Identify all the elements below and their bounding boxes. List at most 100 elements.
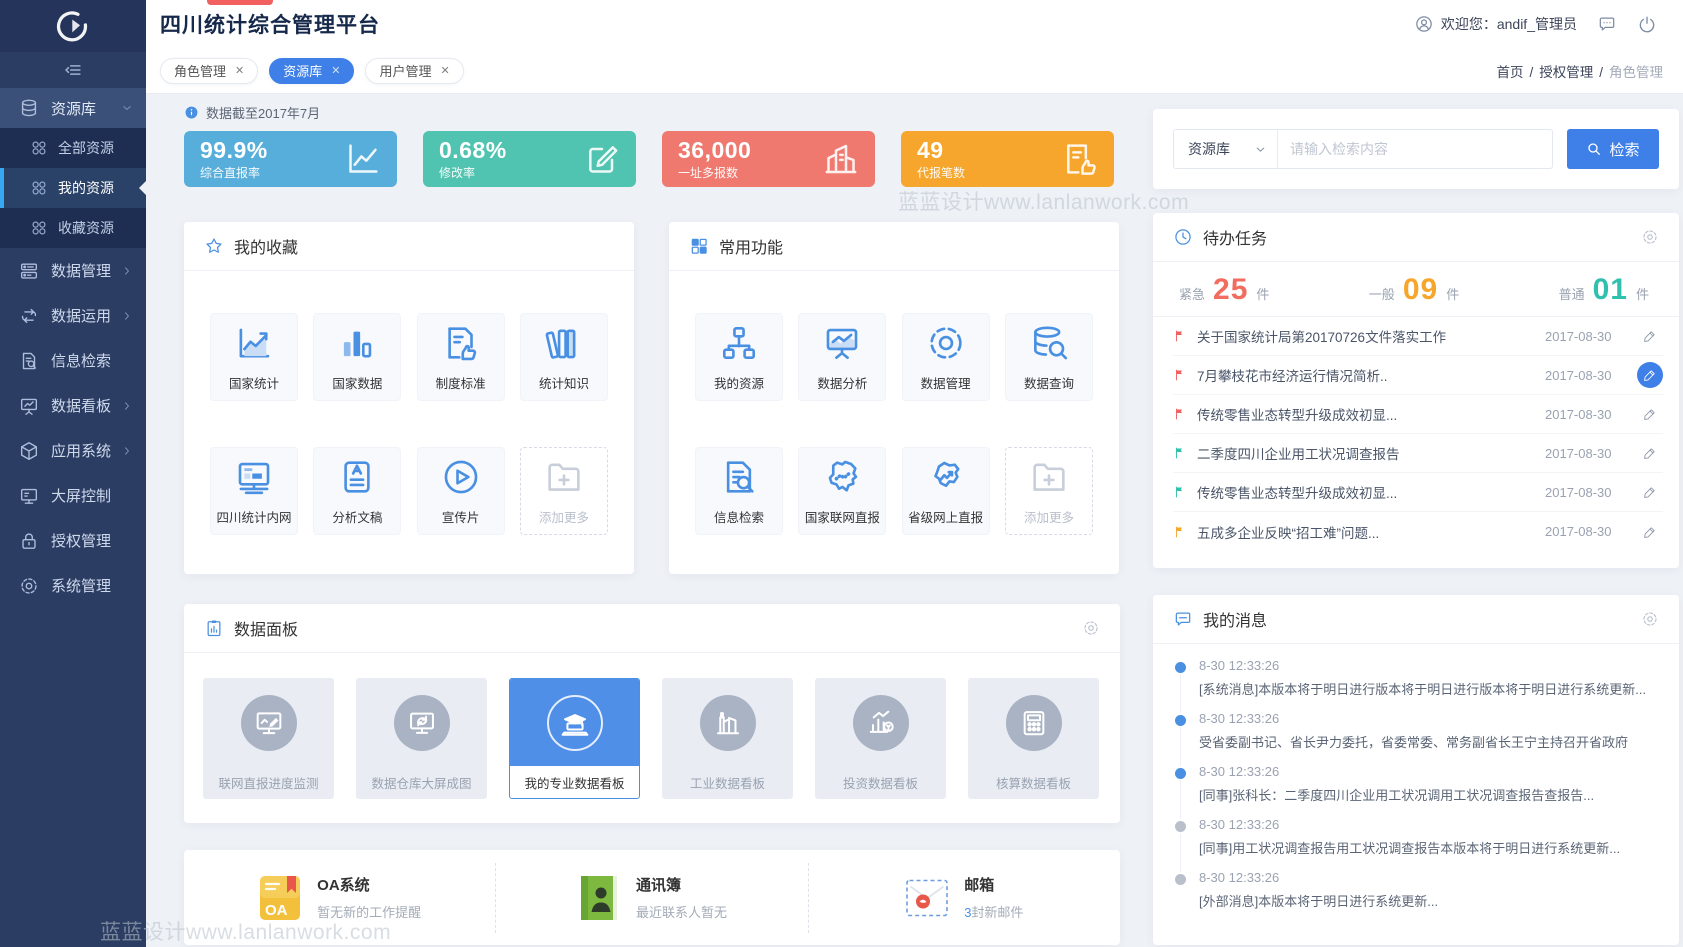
add-more-tile[interactable]: 添加更多 (1005, 447, 1093, 535)
message-text: [同事]张科长：二季度四川企业用工状况调用工状况调查报告查报告... (1199, 785, 1659, 804)
sidebar-group-header[interactable]: 资源库 (0, 88, 146, 128)
shortcut-tile[interactable]: 数据分析 (798, 313, 886, 401)
search-category-value: 资源库 (1188, 139, 1230, 159)
dashboard-card[interactable]: 工业数据看板 (662, 678, 793, 799)
task-row[interactable]: 传统零售业态转型升级成效初显...2017-08-30 (1173, 473, 1663, 512)
stat-card[interactable]: 0.68%修改率 (423, 131, 636, 187)
data-board-settings-gear-icon[interactable] (1082, 619, 1100, 637)
quick-link[interactable]: 邮箱3封新邮件 (808, 863, 1120, 933)
sidebar-item[interactable]: 信息检索 (0, 338, 146, 383)
map-china-icon (821, 456, 863, 498)
edit-pencil-icon[interactable] (1637, 519, 1663, 545)
sidebar-subitem[interactable]: 收藏资源 (0, 208, 146, 248)
todo-settings-gear-icon[interactable] (1641, 228, 1659, 246)
shortcut-tile[interactable]: 信息检索 (695, 447, 783, 535)
quick-link[interactable]: OAOA系统暂无新的工作提醒 (184, 863, 495, 933)
sidebar-item[interactable]: 应用系统 (0, 428, 146, 473)
dashboard-card[interactable]: 投资数据看板 (815, 678, 946, 799)
edit-pencil-icon[interactable] (1637, 479, 1663, 505)
edit-pencil-icon[interactable] (1637, 440, 1663, 466)
header: 四川统计综合管理平台 欢迎您：andif_管理员 (146, 0, 1683, 48)
shortcut-tile[interactable]: 统计知识 (520, 313, 608, 401)
add-more-tile[interactable]: 添加更多 (520, 447, 608, 535)
stat-card[interactable]: 49代报笔数 (901, 131, 1114, 187)
message-item[interactable]: 8-30 12:33:26受省委副书记、省长尹力委托，省委常委、常务副省长王宁主… (1175, 711, 1659, 764)
stat-card[interactable]: 36,000一址多报数 (662, 131, 875, 187)
todo-stat-label: 紧急 (1179, 284, 1205, 303)
edit-pencil-icon[interactable] (1637, 401, 1663, 427)
tab[interactable]: 用户管理✕ (365, 58, 463, 84)
message-item[interactable]: 8-30 12:33:26[系统消息]本版本将于明日进行版本将于明日进行版本将于… (1175, 658, 1659, 711)
tab-close-icon[interactable]: ✕ (440, 64, 449, 77)
chevron-right-icon (120, 399, 134, 413)
task-row[interactable]: 五成多企业反映“招工难”问题...2017-08-30 (1173, 512, 1663, 551)
task-row[interactable]: 关于国家统计局第20170726文件落实工作2017-08-30 (1173, 317, 1663, 356)
message-item[interactable]: 8-30 12:33:26[同事]用工状况调查报告用工状况调查报告本版本将于明日… (1175, 817, 1659, 870)
tab-close-icon[interactable]: ✕ (331, 64, 340, 77)
logo-swirl-icon (56, 9, 90, 43)
sidebar-item[interactable]: 数据看板 (0, 383, 146, 428)
messages-header: 我的消息 (1153, 595, 1679, 644)
search-input[interactable] (1278, 130, 1552, 168)
task-row[interactable]: 7月攀枝花市经济运行情况简析..2017-08-30 (1173, 356, 1663, 395)
task-date: 2017-08-30 (1545, 329, 1627, 344)
shortcut-tile[interactable]: 省级网上直报 (902, 447, 990, 535)
dashboard-card[interactable]: 数据仓库大屏成图 (356, 678, 487, 799)
dashboard-card-label: 联网直报进度监测 (204, 766, 333, 798)
dashboard-card[interactable]: 联网直报进度监测 (203, 678, 334, 799)
shortcut-tile[interactable]: 四川统计内网 (210, 447, 298, 535)
messages-icon[interactable] (1597, 14, 1617, 34)
tile-label: 宣传片 (442, 507, 480, 526)
message-status-dot (1175, 662, 1186, 673)
sidebar-item[interactable]: 授权管理 (0, 518, 146, 563)
tab[interactable]: 资源库✕ (269, 58, 354, 84)
power-icon[interactable] (1637, 14, 1657, 34)
shortcut-tile[interactable]: 数据管理 (902, 313, 990, 401)
stat-card[interactable]: 99.9%综合直报率 (184, 131, 397, 187)
sidebar-item-label: 授权管理 (51, 530, 111, 551)
breadcrumb-item[interactable]: 授权管理 (1539, 65, 1593, 80)
user-welcome[interactable]: 欢迎您：andif_管理员 (1414, 14, 1577, 34)
task-row[interactable]: 传统零售业态转型升级成效初显...2017-08-30 (1173, 395, 1663, 434)
search-button[interactable]: 检索 (1567, 129, 1659, 169)
tab-close-icon[interactable]: ✕ (235, 64, 244, 77)
shortcut-tile[interactable]: 国家联网直报 (798, 447, 886, 535)
sidebar-item[interactable]: 数据管理 (0, 248, 146, 293)
app-logo[interactable] (0, 0, 146, 52)
sidebar-item[interactable]: 数据运用 (0, 293, 146, 338)
breadcrumb-item[interactable]: 首页 (1496, 65, 1523, 80)
shortcut-tile[interactable]: 国家数据 (313, 313, 401, 401)
task-row[interactable]: 二季度四川企业用工状况调查报告2017-08-30 (1173, 434, 1663, 473)
shortcut-tile[interactable]: 数据查询 (1005, 313, 1093, 401)
message-status-dot (1175, 768, 1186, 779)
sidebar-item[interactable]: 大屏控制 (0, 473, 146, 518)
search-panel: 资源库 检索 (1153, 109, 1679, 189)
todo-header: 待办任务 (1153, 213, 1679, 262)
search-category-select[interactable]: 资源库 (1174, 130, 1278, 168)
chevron-right-icon (120, 264, 134, 278)
shortcut-tile[interactable]: 制度标准 (417, 313, 505, 401)
sidebar-item[interactable]: 系统管理 (0, 563, 146, 608)
shortcut-tile[interactable]: 分析文稿 (313, 447, 401, 535)
dashboard-card[interactable]: 我的专业数据看板 (509, 678, 640, 799)
message-item[interactable]: 8-30 12:33:26[外部消息]本版本将于明日进行系统更新... (1175, 870, 1659, 923)
todo-stat-value: 25 (1213, 273, 1248, 307)
messages-panel: 我的消息 8-30 12:33:26[系统消息]本版本将于明日进行版本将于明日进… (1153, 595, 1679, 945)
todo-stat: 紧急25件 (1179, 273, 1269, 307)
shortcut-tile[interactable]: 宣传片 (417, 447, 505, 535)
todo-stat-unit: 件 (1446, 284, 1459, 303)
dashboard-card[interactable]: 核算数据看板 (968, 678, 1099, 799)
shortcut-tile[interactable]: 国家统计 (210, 313, 298, 401)
quick-link[interactable]: 通讯簿最近联系人暂无 (495, 863, 807, 933)
sidebar-subitem[interactable]: 我的资源 (0, 168, 146, 208)
breadcrumb-separator: / (1529, 65, 1533, 80)
shortcut-tile[interactable]: 我的资源 (695, 313, 783, 401)
sidebar-subitem[interactable]: 全部资源 (0, 128, 146, 168)
edit-pencil-icon[interactable] (1637, 362, 1663, 388)
message-item[interactable]: 8-30 12:33:26[同事]张科长：二季度四川企业用工状况调用工状况调查报… (1175, 764, 1659, 817)
tab[interactable]: 角色管理✕ (160, 58, 258, 84)
messages-settings-gear-icon[interactable] (1641, 610, 1659, 628)
edit-pencil-icon[interactable] (1637, 323, 1663, 349)
dashboard-card-label: 我的专业数据看板 (510, 766, 639, 798)
sidebar-collapse-button[interactable] (0, 52, 146, 88)
